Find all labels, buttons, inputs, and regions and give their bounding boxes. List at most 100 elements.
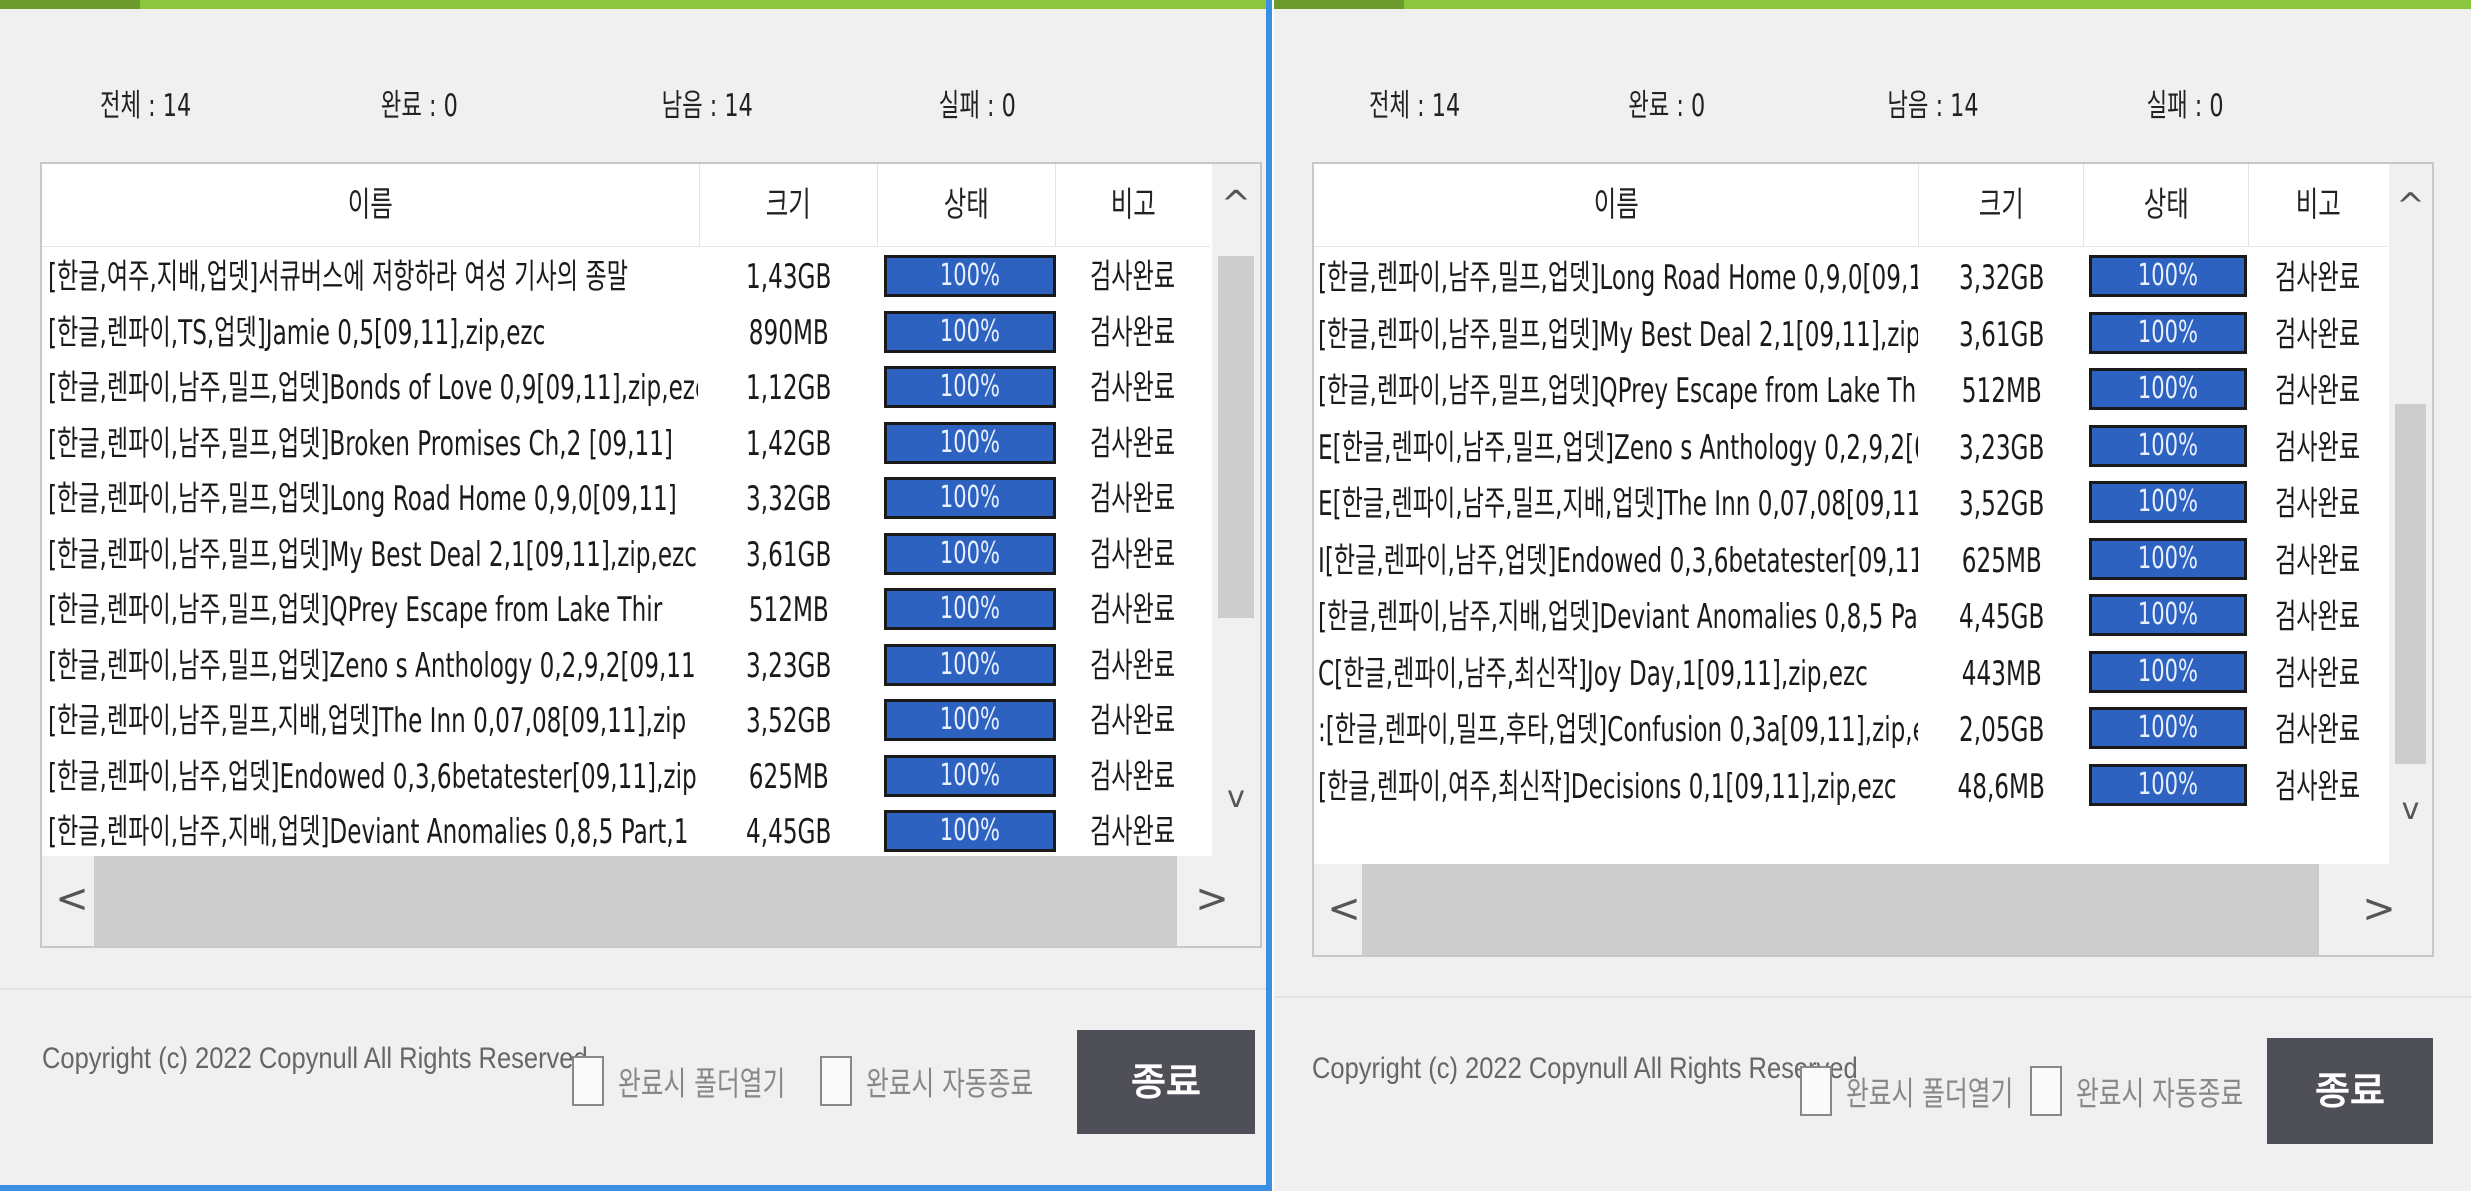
- col-header-name[interactable]: 이름: [42, 164, 700, 246]
- auto-exit-checkbox[interactable]: 완료시 자동종료: [2030, 1066, 2299, 1116]
- open-folder-checkbox[interactable]: 완료시 폴더열기: [1800, 1066, 2069, 1116]
- file-list[interactable]: 이름 크기 상태 비고 [한글,여주,지배,업뎃]서큐버스에 저항하라 여성 기…: [40, 162, 1262, 948]
- col-header-status[interactable]: 상태: [2084, 164, 2249, 246]
- table-row[interactable]: [한글,렌파이,TS,업뎃]Jamie 0,5[09,11],zip,ezc 89…: [42, 306, 1210, 362]
- file-size: 3,52GB: [746, 701, 832, 741]
- file-size: 1,12GB: [746, 368, 832, 408]
- scroll-up-button[interactable]: ^: [1212, 184, 1260, 225]
- exit-button[interactable]: 종료: [1077, 1030, 1255, 1134]
- checkbox-box[interactable]: [820, 1056, 852, 1106]
- scroll-up-button[interactable]: ^: [2389, 186, 2432, 226]
- progress-label: 100%: [939, 813, 1001, 848]
- table-row[interactable]: E[한글,렌파이,남주,밀프,지배,업뎃]The Inn 0,07,08[09,…: [1314, 476, 2387, 533]
- exit-button[interactable]: 종료: [2267, 1038, 2433, 1144]
- table-row[interactable]: [한글,렌파이,남주,밀프,업뎃]My Best Deal 2,1[09,11]…: [42, 528, 1210, 584]
- file-note: 검사완료: [1090, 701, 1176, 741]
- chevron-left-icon: <: [1327, 886, 1361, 932]
- table-row[interactable]: [한글,렌파이,남주,밀프,업뎃]QPrey Escape from Lake …: [42, 583, 1210, 639]
- open-folder-checkbox[interactable]: 완료시 폴더열기: [572, 1056, 841, 1106]
- horizontal-scroll-thumb[interactable]: [1362, 864, 2319, 955]
- table-row[interactable]: C[한글,렌파이,남주,최신작]Joy Day,1[09,11],zip,ezc…: [1314, 646, 2387, 703]
- horizontal-scrollbar[interactable]: < >: [42, 856, 1260, 946]
- progress-label: 100%: [2137, 653, 2199, 689]
- table-row[interactable]: [한글,렌파이,남주,밀프,업뎃]Long Road Home 0,9,0[09…: [1314, 250, 2387, 307]
- file-list[interactable]: 이름 크기 상태 비고 [한글,렌파이,남주,밀프,업뎃]Long Road H…: [1312, 162, 2434, 957]
- vertical-scrollbar[interactable]: ^ v: [1212, 164, 1260, 856]
- progress-label: 100%: [939, 757, 1001, 793]
- checkbox-box[interactable]: [2030, 1066, 2062, 1116]
- vertical-scrollbar[interactable]: ^ v: [2389, 164, 2432, 864]
- file-size: 4,45GB: [1958, 597, 2045, 637]
- chevron-left-icon: <: [55, 876, 89, 922]
- progress-label: 100%: [2137, 484, 2199, 519]
- scroll-down-button[interactable]: v: [2389, 792, 2432, 827]
- progress-bar: 100%: [884, 310, 1056, 353]
- progress-bar: 100%: [2089, 311, 2247, 354]
- title-accent-bar: [0, 0, 1266, 9]
- table-row[interactable]: [한글,렌파이,남주,지배,업뎃]Deviant Anomalies 0,8,5…: [1314, 589, 2387, 646]
- checkbox-box[interactable]: [1800, 1066, 1832, 1116]
- scroll-left-button[interactable]: <: [1324, 886, 1364, 932]
- file-name: [한글,렌파이,남주,밀프,업뎃]My Best Deal 2,1[09,11]…: [48, 534, 697, 575]
- scroll-right-button[interactable]: >: [2359, 886, 2399, 932]
- col-header-note[interactable]: 비고: [2249, 164, 2387, 246]
- file-note: 검사완료: [2275, 427, 2361, 468]
- file-name: [한글,여주,지배,업뎃]서큐버스에 저항하라 여성 기사의 종말: [48, 257, 628, 297]
- table-row[interactable]: [한글,렌파이,남주,밀프,업뎃]QPrey Escape from Lake …: [1314, 363, 2387, 420]
- stat-remaining: 남음 : 14: [661, 88, 753, 124]
- file-size: 512MB: [749, 590, 829, 630]
- file-name: [한글,렌파이,남주,밀프,업뎃]Long Road Home 0,9,0[09…: [1318, 258, 1918, 298]
- table-row[interactable]: [한글,렌파이,남주,밀프,업뎃]Bonds of Love 0,9[09,11…: [42, 361, 1210, 417]
- file-note: 검사완료: [1090, 257, 1176, 297]
- open-folder-label: 완료시 폴더열기: [618, 1064, 786, 1103]
- stats-bar: 전체 : 14 완료 : 0 남음 : 14 실패 : 0: [100, 80, 1108, 130]
- file-note: 검사완료: [2275, 766, 2361, 807]
- horizontal-scrollbar[interactable]: < >: [1314, 864, 2432, 955]
- file-note: 검사완료: [1090, 312, 1176, 353]
- table-row[interactable]: [한글,렌파이,남주,지배,업뎃]Deviant Anomalies 0,8,5…: [42, 805, 1210, 856]
- progress-label: 100%: [939, 480, 1001, 515]
- file-name: [한글,렌파이,남주,업뎃]Endowed 0,3,6betatester[09…: [48, 756, 697, 797]
- table-row[interactable]: [한글,렌파이,여주,최신작]Decisions 0,1[09,11],zip,…: [1314, 759, 2387, 816]
- file-size: 4,45GB: [746, 812, 832, 852]
- col-header-status[interactable]: 상태: [878, 164, 1056, 246]
- title-accent-bar: [1274, 0, 2471, 9]
- auto-exit-label: 완료시 자동종료: [866, 1064, 1034, 1103]
- vertical-scroll-thumb[interactable]: [2395, 404, 2426, 764]
- chevron-up-icon: ^: [1220, 184, 1252, 225]
- progress-label: 100%: [2137, 427, 2199, 463]
- col-header-size[interactable]: 크기: [1919, 164, 2084, 246]
- col-header-note[interactable]: 비고: [1056, 164, 1210, 246]
- table-row[interactable]: E[한글,렌파이,남주,밀프,업뎃]Zeno s Anthology 0,2,9…: [1314, 420, 2387, 477]
- vertical-scroll-thumb[interactable]: [1218, 256, 1254, 618]
- scroll-right-button[interactable]: >: [1192, 876, 1232, 922]
- table-row[interactable]: :[한글,렌파이,밀프,후타,업뎃]Confusion 0,3a[09,11],…: [1314, 702, 2387, 759]
- file-note: 검사완료: [1090, 423, 1176, 464]
- progress-bar: 100%: [2089, 707, 2247, 749]
- file-note: 검사완료: [2275, 484, 2361, 524]
- file-size: 2,05GB: [1958, 710, 2045, 750]
- file-size: 3,61GB: [746, 534, 832, 575]
- file-name: [한글,렌파이,남주,밀프,업뎃]Long Road Home 0,9,0[09…: [48, 479, 677, 519]
- scroll-left-button[interactable]: <: [52, 876, 92, 922]
- progress-bar: 100%: [2089, 481, 2247, 523]
- file-name: [한글,렌파이,남주,밀프,업뎃]Zeno s Anthology 0,2,9,…: [48, 645, 698, 686]
- checkbox-box[interactable]: [572, 1056, 604, 1106]
- table-row[interactable]: [한글,렌파이,남주,업뎃]Endowed 0,3,6betatester[09…: [42, 750, 1210, 806]
- table-row[interactable]: [한글,렌파이,남주,밀프,업뎃]Long Road Home 0,9,0[09…: [42, 472, 1210, 528]
- table-row[interactable]: [한글,여주,지배,업뎃]서큐버스에 저항하라 여성 기사의 종말 1,43GB 1…: [42, 250, 1210, 306]
- table-row[interactable]: [한글,렌파이,남주,밀프,업뎃]Broken Promises Ch,2 [0…: [42, 417, 1210, 473]
- table-row[interactable]: [한글,렌파이,남주,밀프,지배,업뎃]The Inn 0,07,08[09,1…: [42, 694, 1210, 750]
- table-row[interactable]: I[한글,렌파이,남주,업뎃]Endowed 0,3,6betatester[0…: [1314, 533, 2387, 590]
- table-row[interactable]: [한글,렌파이,남주,밀프,업뎃]Zeno s Anthology 0,2,9,…: [42, 639, 1210, 695]
- auto-exit-checkbox[interactable]: 완료시 자동종료: [820, 1056, 1089, 1106]
- table-row[interactable]: [한글,렌파이,남주,밀프,업뎃]My Best Deal 2,1[09,11]…: [1314, 307, 2387, 364]
- progress-label: 100%: [939, 535, 1001, 571]
- col-header-name[interactable]: 이름: [1314, 164, 1919, 246]
- progress-bar: 100%: [2089, 594, 2247, 636]
- file-note: 검사완료: [1090, 479, 1176, 519]
- horizontal-scroll-thumb[interactable]: [94, 856, 1177, 946]
- progress-label: 100%: [939, 591, 1001, 626]
- scroll-down-button[interactable]: v: [1212, 780, 1260, 815]
- col-header-size[interactable]: 크기: [700, 164, 878, 246]
